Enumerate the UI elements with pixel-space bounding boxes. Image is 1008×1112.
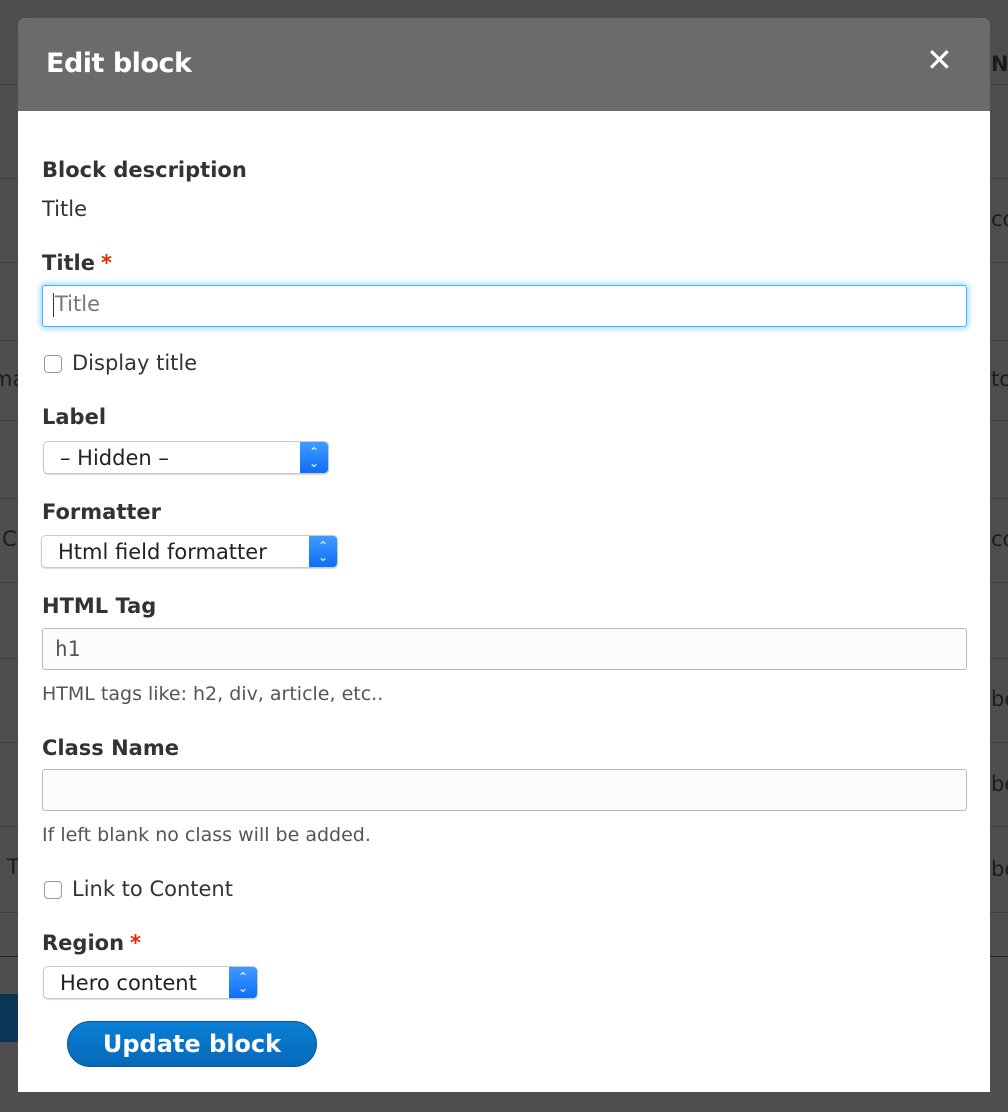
html-tag-help: HTML tags like: h2, div, article, etc.. [42, 683, 384, 705]
region-select-value: Hero content [60, 970, 197, 995]
dialog-title: Edit block [46, 48, 192, 79]
bg-text: co [991, 207, 1008, 231]
region-select[interactable]: Hero content ⌃ ⌄ [43, 966, 258, 999]
link-to-content-label: Link to Content [72, 877, 233, 901]
formatter-label: Formatter [42, 500, 162, 524]
bg-text: be [991, 772, 1008, 796]
checkbox-icon[interactable] [44, 355, 62, 373]
html-tag-input[interactable]: h1 [42, 628, 967, 670]
bg-text: be [991, 857, 1008, 881]
formatter-select-value: Html field formatter [58, 539, 267, 564]
dialog-header: Edit block ✕ [18, 18, 990, 111]
bg-text: co [991, 527, 1008, 551]
select-arrows-icon: ⌃ ⌄ [229, 967, 257, 998]
label-select-value: – Hidden – [60, 445, 169, 470]
class-name-input[interactable] [42, 769, 967, 811]
bg-text: be [991, 687, 1008, 711]
update-block-button[interactable]: Update block [67, 1021, 317, 1067]
display-title-checkbox[interactable]: Display title [44, 351, 197, 375]
required-marker: * [101, 251, 112, 275]
formatter-select[interactable]: Html field formatter ⌃ ⌄ [41, 535, 338, 568]
bg-text: to [991, 367, 1008, 391]
edit-block-dialog: Edit block ✕ Block description Title Tit… [18, 18, 990, 1092]
display-title-label: Display title [72, 351, 198, 375]
block-description-label: Block description [42, 158, 247, 182]
label-field-label: Label [42, 405, 107, 429]
bg-text: C [2, 527, 17, 551]
block-description-value: Title [42, 197, 88, 221]
link-to-content-checkbox[interactable]: Link to Content [44, 877, 233, 901]
title-input[interactable]: Title [42, 285, 967, 327]
title-label: Title * [42, 251, 112, 275]
title-placeholder: Title [55, 292, 101, 316]
bg-text: t T [0, 855, 20, 879]
checkbox-icon[interactable] [44, 881, 62, 899]
class-name-label: Class Name [42, 736, 179, 760]
select-arrows-icon: ⌃ ⌄ [300, 442, 328, 473]
close-icon[interactable]: ✕ [926, 44, 953, 76]
region-label-text: Region [42, 931, 125, 955]
region-label: Region * [42, 931, 141, 955]
label-select[interactable]: – Hidden – ⌃ ⌄ [43, 441, 329, 474]
bg-button [0, 994, 18, 1042]
select-arrows-icon: ⌃ ⌄ [309, 536, 337, 567]
html-tag-label: HTML Tag [42, 594, 157, 618]
required-marker: * [130, 931, 142, 955]
title-label-text: Title [42, 251, 96, 275]
class-name-help: If left blank no class will be added. [42, 824, 371, 846]
bg-text: N [991, 52, 1008, 76]
